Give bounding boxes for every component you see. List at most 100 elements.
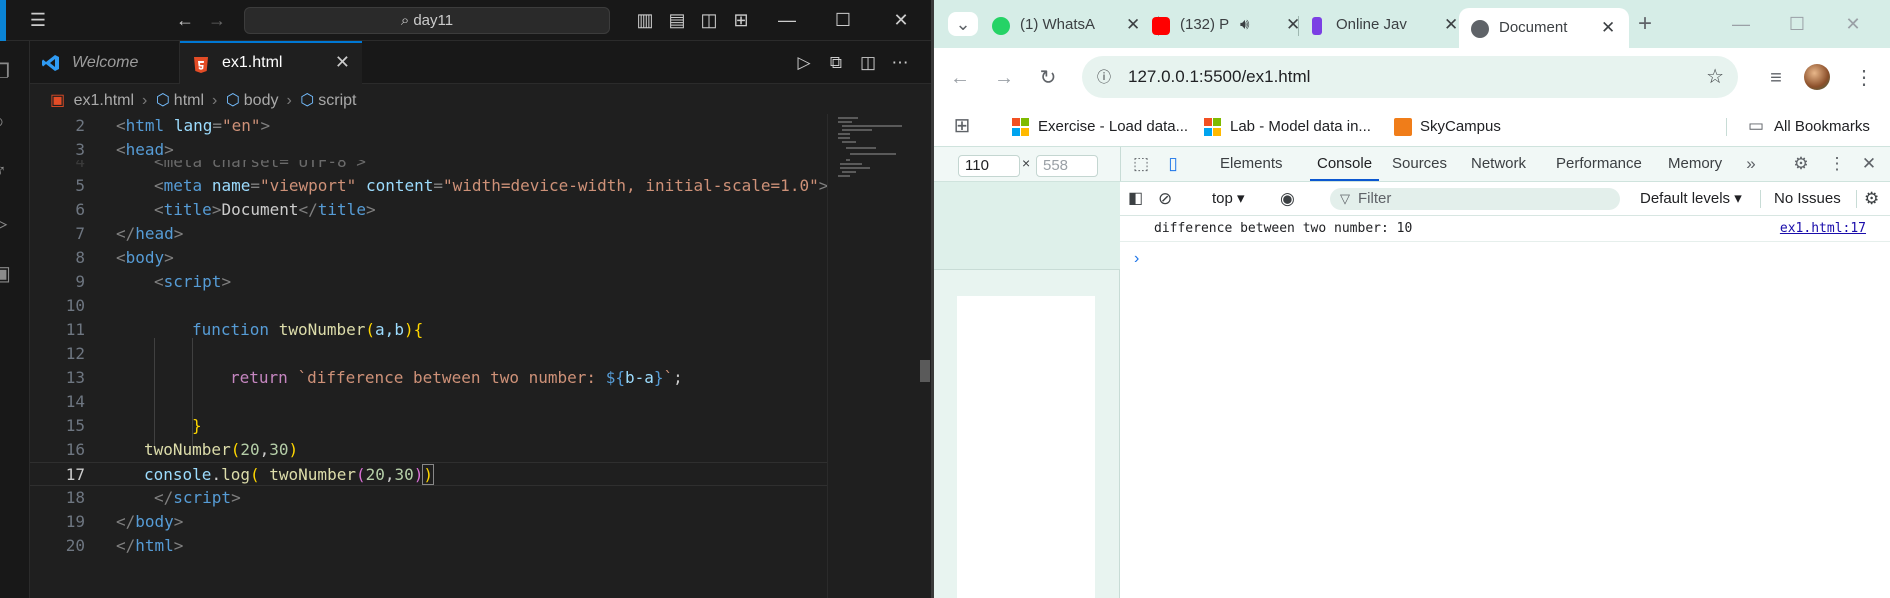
filter-input[interactable]: ▽ Filter	[1330, 188, 1620, 210]
close-window-icon[interactable]: ✕	[888, 8, 914, 32]
live-expression-eye-icon[interactable]: ◉	[1280, 188, 1295, 210]
run-icon[interactable]: ▷	[792, 51, 816, 75]
maximize-icon[interactable]: ☐	[830, 8, 856, 32]
close-tab-icon[interactable]: ✕	[1126, 10, 1140, 40]
back-arrow-icon[interactable]: ←	[948, 66, 972, 90]
editor-scrollbar[interactable]	[917, 114, 931, 598]
close-tab-icon[interactable]: ✕	[1444, 10, 1458, 40]
speaker-icon[interactable]: 🔊︎	[1240, 10, 1249, 40]
tab-welcome[interactable]: Welcome	[30, 41, 180, 84]
toolbar-separator	[1760, 190, 1761, 208]
devtools-header: 110 × 558 ⬚ ▯ Elements Console Sources N…	[934, 146, 1890, 182]
open-preview-icon[interactable]: ⧉	[824, 51, 848, 75]
all-bookmarks-label: All Bookmarks	[1774, 118, 1870, 135]
minimize-icon[interactable]: —	[774, 8, 800, 32]
tab-console[interactable]: Console	[1310, 147, 1380, 181]
vscode-logo-icon	[0, 0, 6, 41]
toggle-panel-icon[interactable]: ▤	[664, 8, 690, 32]
tab-sources[interactable]: Sources	[1392, 147, 1447, 181]
close-devtools-icon[interactable]: ✕	[1858, 153, 1880, 175]
console-toolbar: ◧ ⊘ top ▾ ◉ ▽ Filter Default levels ▾ No…	[1120, 182, 1890, 216]
tab-network[interactable]: Network	[1471, 147, 1526, 181]
inspect-element-icon[interactable]: ⬚	[1130, 153, 1152, 175]
microsoft-icon	[1204, 118, 1222, 136]
context-select[interactable]: top ▾	[1212, 188, 1245, 210]
tab-memory[interactable]: Memory	[1668, 147, 1722, 181]
log-source-link[interactable]: ex1.html:17	[1780, 216, 1866, 242]
breadcrumb-file[interactable]: ex1.html	[74, 92, 134, 109]
menu-icon[interactable]: ☰	[25, 8, 51, 32]
code-line: 19 </body>	[65, 512, 184, 531]
settings-gear-icon[interactable]: ⚙	[1790, 153, 1812, 175]
tab-search-icon[interactable]: ⌄	[948, 12, 978, 36]
breadcrumb-html[interactable]: html	[174, 92, 204, 109]
toggle-sidebar-icon[interactable]: ▥	[632, 8, 658, 32]
more-actions-icon[interactable]: ⋯	[888, 51, 912, 75]
tab-youtube[interactable]: (132) P 🔊︎ ✕	[1152, 10, 1322, 40]
issues-counter[interactable]: No Issues	[1774, 188, 1841, 210]
bookmarks-separator	[1726, 118, 1727, 136]
chrome-tab-strip: ⌄ (1) WhatsA ✕ (132) P 🔊︎ ✕ Online Jav ✕	[934, 0, 1890, 48]
tab-document[interactable]: Document ✕	[1459, 8, 1629, 48]
explorer-icon[interactable]: ❐	[0, 59, 16, 83]
panel-divider	[1120, 147, 1121, 181]
skycampus-icon	[1394, 118, 1412, 136]
split-editor-icon[interactable]: ◫	[856, 51, 880, 75]
code-line: 11 function twoNumber(a,b){	[65, 320, 424, 339]
sidebar-toggle-icon[interactable]: ◧	[1128, 188, 1143, 210]
command-center-search[interactable]: ⌕ day11	[244, 7, 610, 34]
tab-separator	[1298, 16, 1299, 36]
tab-performance[interactable]: Performance	[1556, 147, 1642, 181]
reload-icon[interactable]: ↻	[1036, 66, 1060, 90]
customize-layout-icon[interactable]: ⊞	[728, 8, 754, 32]
console-settings-gear-icon[interactable]: ⚙	[1864, 188, 1879, 210]
bookmark-star-icon[interactable]: ☆	[1706, 64, 1724, 89]
clear-console-icon[interactable]: ⊘	[1158, 188, 1172, 210]
code-line: 16 twoNumber(20,30)	[65, 440, 299, 459]
device-height-input[interactable]: 558	[1036, 155, 1098, 177]
new-tab-icon[interactable]: +	[1634, 12, 1656, 36]
tab-elements[interactable]: Elements	[1220, 147, 1283, 181]
media-control-icon[interactable]: ≡	[1764, 66, 1788, 90]
avatar[interactable]	[1804, 64, 1830, 90]
scrollbar-thumb[interactable]	[920, 360, 930, 382]
tab-ex1-html[interactable]: ex1.html ✕	[180, 41, 362, 84]
device-width-input[interactable]: 110	[958, 155, 1020, 177]
activity-bar: ❐ ○ ♂ ▷ ▣	[0, 41, 30, 598]
chrome-menu-icon[interactable]: ⋮	[1852, 66, 1876, 90]
forward-arrow-icon[interactable]: →	[992, 66, 1016, 90]
maximize-icon[interactable]: ☐	[1786, 12, 1808, 36]
close-tab-icon[interactable]: ✕	[1601, 8, 1615, 48]
device-page[interactable]	[957, 296, 1095, 598]
back-arrow-icon[interactable]: ←	[172, 8, 198, 32]
apps-grid-icon[interactable]: ⊞	[950, 114, 974, 138]
tab-online-java[interactable]: Online Jav ✕	[1308, 10, 1473, 40]
close-window-icon[interactable]: ✕	[1842, 12, 1864, 36]
url-text[interactable]: 127.0.0.1:5500/ex1.html	[1128, 56, 1310, 98]
tab-whatsapp-label: (1) WhatsA	[1020, 16, 1096, 33]
tab-whatsapp[interactable]: (1) WhatsA ✕	[992, 10, 1152, 40]
customize-devtools-icon[interactable]: ⋮	[1826, 153, 1848, 175]
close-tab-icon[interactable]: ✕	[335, 43, 350, 82]
device-toolbar-icon[interactable]: ▯	[1162, 153, 1184, 175]
site-info-icon[interactable]: ⓘ	[1092, 65, 1116, 89]
minimap[interactable]	[827, 114, 917, 598]
globe-icon	[1471, 20, 1489, 38]
breadcrumb-script[interactable]: script	[318, 92, 356, 109]
youtube-icon	[1152, 17, 1170, 35]
code-editor[interactable]: 2 <html lang="en"> 3 <head> 4 <meta charset…	[30, 114, 828, 598]
breadcrumb-body[interactable]: body	[244, 92, 279, 109]
chevron-right-icon: ›	[212, 92, 218, 109]
console-prompt-chevron-icon[interactable]: ›	[1134, 250, 1139, 268]
extensions-icon[interactable]: ▣	[0, 261, 16, 285]
forward-arrow-icon[interactable]: →	[204, 8, 230, 32]
minimize-icon[interactable]: —	[1730, 12, 1752, 36]
source-control-icon[interactable]: ♂	[0, 161, 16, 185]
search-view-icon[interactable]: ○	[0, 111, 16, 135]
log-levels-select[interactable]: Default levels ▾	[1640, 188, 1742, 210]
toggle-secondary-sidebar-icon[interactable]: ◫	[696, 8, 722, 32]
run-debug-icon[interactable]: ▷	[0, 211, 16, 235]
address-bar[interactable]: ⓘ 127.0.0.1:5500/ex1.html ☆	[1082, 56, 1738, 98]
more-tabs-icon[interactable]: »	[1740, 153, 1762, 175]
chevron-right-icon: ›	[286, 92, 292, 109]
